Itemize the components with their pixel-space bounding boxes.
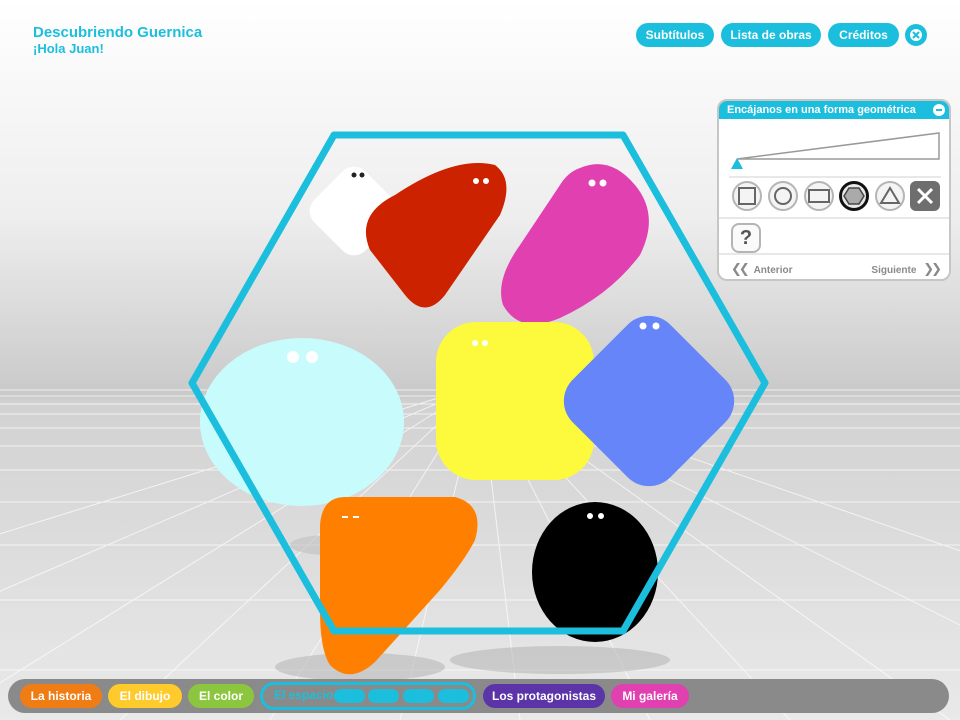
espacio-step-1[interactable] — [334, 689, 365, 703]
tab-el-color[interactable]: El color — [188, 684, 254, 708]
character-black[interactable] — [532, 502, 658, 642]
tab-mi-galeria[interactable]: Mi galería — [611, 684, 689, 708]
next-label: Siguiente — [871, 265, 917, 276]
double-chevron-left-icon: ❮❮ — [731, 261, 750, 276]
character-light-cyan[interactable] — [200, 338, 404, 506]
hexagon-icon — [843, 187, 865, 205]
double-chevron-right-icon: ❯❯ — [923, 261, 942, 276]
minimize-icon[interactable] — [933, 104, 945, 116]
shape-panel: Encájanos en una forma geométrica ? ❮❮ A… — [717, 99, 951, 281]
square-icon — [738, 187, 756, 205]
tab-la-historia[interactable]: La historia — [20, 684, 102, 708]
rectangle-icon — [808, 189, 830, 203]
espacio-step-4[interactable] — [438, 689, 469, 703]
prev-label: Anterior — [753, 265, 793, 276]
help-button[interactable]: ? — [731, 223, 761, 253]
triangle-shape-button[interactable] — [875, 181, 905, 211]
close-icon — [916, 187, 934, 205]
panel-divider — [719, 253, 949, 255]
panel-title: Encájanos en una forma geométrica — [727, 104, 916, 116]
character-orange[interactable] — [320, 497, 478, 675]
delete-shape-button[interactable] — [910, 181, 940, 211]
espacio-step-2[interactable] — [368, 689, 399, 703]
tab-los-protagonistas[interactable]: Los protagonistas — [483, 684, 605, 708]
character-magenta[interactable] — [501, 164, 649, 325]
circle-icon — [774, 187, 792, 205]
size-slider[interactable] — [719, 119, 949, 189]
tab-el-espacio-label: El espacio — [274, 688, 334, 702]
hexagon-shape-button[interactable] — [839, 181, 869, 211]
square-shape-button[interactable] — [732, 181, 762, 211]
triangle-icon — [879, 186, 901, 204]
espacio-step-3[interactable] — [403, 689, 434, 703]
panel-header: Encájanos en una forma geométrica — [719, 101, 949, 119]
next-button[interactable]: Siguiente ❯❯ — [871, 261, 942, 277]
tab-el-dibujo[interactable]: El dibujo — [108, 684, 182, 708]
shadow — [450, 646, 670, 674]
circle-shape-button[interactable] — [768, 181, 798, 211]
prev-button[interactable]: ❮❮ Anterior — [731, 261, 792, 277]
character-red[interactable] — [365, 163, 507, 308]
rectangle-shape-button[interactable] — [804, 181, 834, 211]
panel-divider — [719, 217, 949, 219]
